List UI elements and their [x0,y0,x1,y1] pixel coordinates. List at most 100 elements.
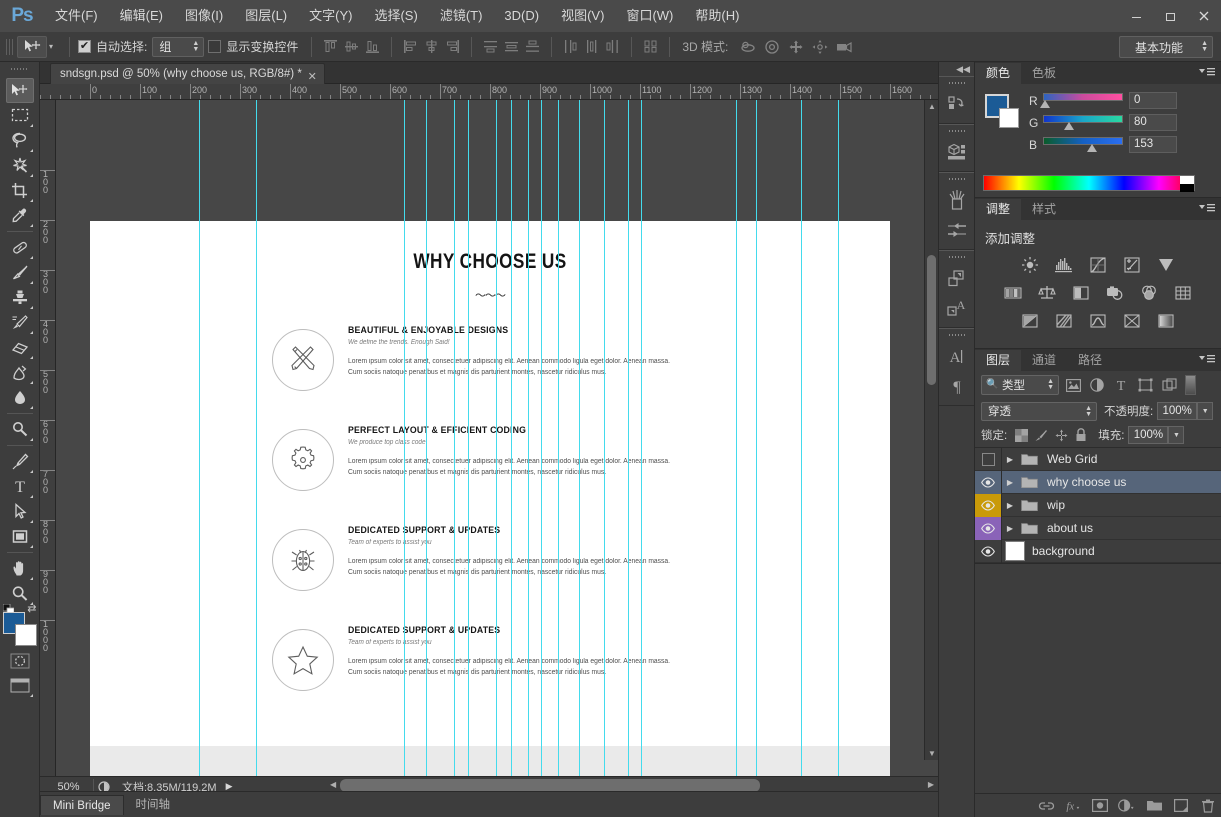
clone-source-icon[interactable] [939,263,974,293]
gradient-tool[interactable] [6,360,34,385]
guide-line[interactable] [801,100,802,776]
layer-filter-type-select[interactable]: 🔍 类型 ▲ ▼ [981,375,1059,395]
document-tab[interactable]: sndsgn.psd @ 50% (why choose us, RGB/8#)… [50,63,325,84]
menu-view[interactable]: 视图(V) [550,0,615,32]
brush-tool[interactable] [6,260,34,285]
chevron-right-icon[interactable]: ▶ [1002,478,1018,487]
channel-mixer-icon[interactable] [1137,282,1161,304]
guide-line[interactable] [628,100,629,776]
layer-visibility-off[interactable] [975,448,1001,471]
feature-block[interactable]: PERFECT LAYOUT & EFFICIENT CODING We pro… [90,425,890,525]
delete-layer-icon[interactable] [1199,797,1217,815]
eraser-tool[interactable] [6,335,34,360]
curves-icon[interactable] [1086,254,1110,276]
background-color-swatch[interactable] [14,624,37,646]
layer-visibility-eye-icon[interactable] [975,470,1001,494]
tab-mini-bridge[interactable]: Mini Bridge [40,795,124,815]
vibrance-icon[interactable] [1154,254,1178,276]
layer-row[interactable]: ▶ why choose us [975,470,1221,494]
layer-style-fx-icon[interactable]: fx [1064,797,1082,815]
tab-channels[interactable]: 通道 [1021,350,1067,371]
lock-transparency-icon[interactable] [1012,426,1030,444]
lock-all-icon[interactable] [1072,426,1090,444]
paragraph-icon[interactable]: ¶ [939,371,974,401]
exposure-icon[interactable] [1120,254,1144,276]
quick-mask-toggle[interactable] [6,648,34,673]
layer-row[interactable]: ▶ about us [975,516,1221,540]
tab-adjustments[interactable]: 调整 [975,199,1022,220]
current-tool-icon[interactable] [17,35,47,58]
maximize-button[interactable] [1153,1,1187,31]
chevron-right-icon[interactable]: ▶ [1002,524,1018,533]
distribute-horizontal-centers-icon[interactable] [582,37,601,57]
artboard[interactable]: WHY CHOOSE US 〜〜〜 BEAUTIFUL & ENJOYABLE … [90,221,890,776]
collapse-panels-icon[interactable]: ◀◀ [939,62,974,76]
link-layers-icon[interactable] [1037,797,1055,815]
align-right-edges-icon[interactable] [443,37,462,57]
levels-icon[interactable] [1052,254,1076,276]
align-horizontal-centers-icon[interactable] [422,37,441,57]
marquee-tool[interactable] [6,103,34,128]
canvas-viewport[interactable]: WHY CHOOSE US 〜〜〜 BEAUTIFUL & ENJOYABLE … [56,100,938,776]
blend-mode-select[interactable]: 穿透 ▲ ▼ [981,401,1097,421]
filter-toggle-switch[interactable] [1185,375,1196,395]
layer-row[interactable]: background [975,539,1221,563]
brush-presets-icon[interactable] [939,185,974,215]
layer-visibility-eye-icon[interactable] [975,540,1001,563]
3d-slide-icon[interactable] [808,36,832,58]
type-tool[interactable]: T [6,474,34,499]
color-spectrum-bar[interactable] [983,175,1195,192]
adjustment-filter-icon[interactable] [1087,375,1107,395]
selective-color-icon[interactable] [1120,310,1144,332]
move-tool[interactable] [5,78,34,103]
vertical-scrollbar[interactable]: ▲ ▼ [924,100,938,760]
scroll-up-icon[interactable]: ▲ [928,102,936,111]
align-top-edges-icon[interactable] [321,37,340,57]
healing-brush-tool[interactable] [6,235,34,260]
3d-pan-icon[interactable] [784,36,808,58]
brightness-contrast-icon[interactable] [1018,254,1042,276]
feature-block[interactable]: DEDICATED SUPPORT & UPDATES Team of expe… [90,625,890,725]
tab-color[interactable]: 颜色 [975,63,1022,84]
auto-select-checkbox[interactable]: ✔ [78,40,92,53]
menu-help[interactable]: 帮助(H) [684,0,750,32]
channel-value-b[interactable]: 153 [1129,136,1177,153]
menu-file[interactable]: 文件(F) [44,0,109,32]
scroll-right-icon[interactable]: ▶ [928,780,934,789]
vertical-ruler[interactable]: 100 200 300 400 500 600 700 800 900 1000 [40,100,56,776]
channel-slider-g[interactable] [1043,114,1123,131]
3d-camera-icon[interactable] [832,36,856,58]
distribute-right-edges-icon[interactable] [603,37,622,57]
fill-value[interactable]: 100% [1128,426,1169,444]
adjustment-layer-icon[interactable] [1118,797,1136,815]
dodge-tool[interactable] [6,417,34,442]
channel-value-r[interactable]: 0 [1129,92,1177,109]
workspace-selector[interactable]: 基本功能 ▲ ▼ [1119,36,1213,58]
menu-layer[interactable]: 图层(L) [234,0,298,32]
guide-line[interactable] [404,100,405,776]
guide-line[interactable] [641,100,642,776]
guide-line[interactable] [199,100,200,776]
guide-line[interactable] [838,100,839,776]
tools-panel-grip[interactable] [10,65,29,75]
guide-line[interactable] [511,100,512,776]
channel-slider-b[interactable] [1043,136,1123,153]
character-icon[interactable]: A [939,341,974,371]
magic-wand-tool[interactable] [6,153,34,178]
new-group-icon[interactable] [1145,797,1163,815]
options-bar-grip[interactable] [4,35,13,58]
layer-thumbnail[interactable] [1005,541,1025,561]
rail-grip[interactable] [948,79,965,87]
show-transform-checkbox[interactable] [208,40,222,53]
screen-mode-toggle[interactable] [6,673,34,698]
align-left-edges-icon[interactable] [401,37,420,57]
menu-filter[interactable]: 滤镜(T) [429,0,494,32]
guide-line[interactable] [496,100,497,776]
lock-position-icon[interactable] [1052,426,1070,444]
tab-styles[interactable]: 样式 [1021,199,1067,220]
layer-visibility-eye-icon[interactable] [975,516,1001,540]
tab-layers[interactable]: 图层 [975,350,1022,371]
feature-block[interactable]: BEAUTIFUL & ENJOYABLE DESIGNS We define … [90,325,890,425]
pen-tool[interactable] [6,449,34,474]
guide-line[interactable] [579,100,580,776]
